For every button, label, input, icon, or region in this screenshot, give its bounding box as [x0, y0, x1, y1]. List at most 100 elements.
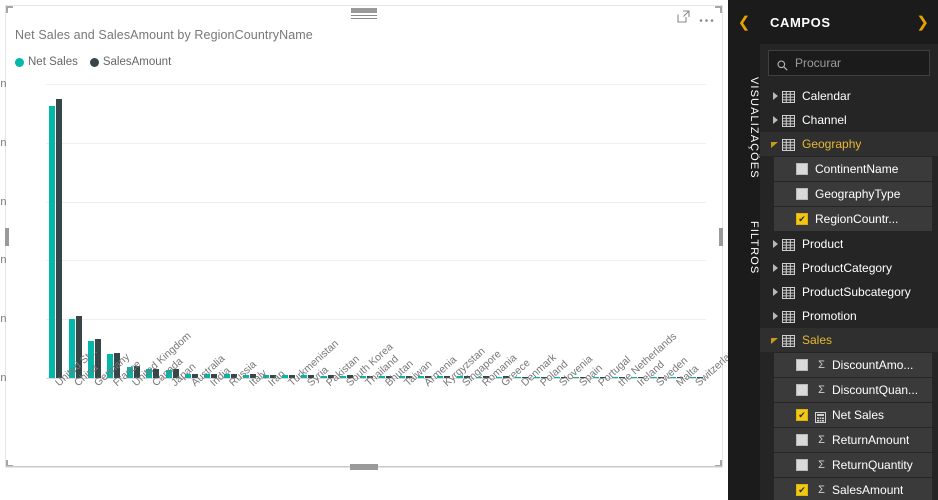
bar-group[interactable]	[279, 84, 298, 378]
field-checkbox[interactable]	[796, 163, 808, 175]
chevron-right-icon[interactable]	[768, 312, 782, 320]
sigma-aggregate-icon: Σ	[815, 434, 828, 446]
bar-group[interactable]	[531, 84, 550, 378]
bar-group[interactable]	[512, 84, 531, 378]
plot-area[interactable]: $0bn$1bn$2bn$3bn$4bn$5bn	[46, 84, 706, 378]
bar-group[interactable]	[648, 84, 667, 378]
legend-color-dot	[15, 58, 24, 67]
report-canvas[interactable]: Net Sales and SalesAmount by RegionCount…	[0, 0, 728, 500]
bar-group[interactable]	[337, 84, 356, 378]
chevron-right-icon[interactable]	[768, 92, 782, 100]
field-checkbox[interactable]	[796, 434, 808, 446]
field-item[interactable]: ΣReturnQuantity	[774, 453, 932, 477]
rail-tab-visualizations[interactable]: VISUALIZAÇÕES	[728, 58, 760, 198]
visual-header-icons	[677, 10, 714, 27]
bar-group[interactable]	[104, 84, 123, 378]
bar-group[interactable]	[46, 84, 65, 378]
fields-table-promotion[interactable]: Promotion	[760, 304, 938, 328]
bar-group[interactable]	[686, 84, 705, 378]
bar-group[interactable]	[221, 84, 240, 378]
fields-table-sales[interactable]: Sales	[760, 328, 938, 352]
bar-group[interactable]	[376, 84, 395, 378]
table-icon	[782, 90, 795, 102]
legend-item[interactable]: Net Sales	[15, 56, 78, 68]
bar-group[interactable]	[628, 84, 647, 378]
field-item[interactable]: ΣSalesAmount	[774, 478, 932, 500]
fields-table-productcategory[interactable]: ProductCategory	[760, 256, 938, 280]
chart-legend[interactable]: Net Sales SalesAmount	[15, 56, 171, 68]
bar-net-sales[interactable]	[49, 106, 55, 378]
bar-group[interactable]	[240, 84, 259, 378]
fields-tree[interactable]: Calendar Channel GeographyContinentName Geo…	[760, 84, 938, 500]
field-checkbox[interactable]	[796, 459, 808, 471]
bar-group[interactable]	[473, 84, 492, 378]
fields-table-label: Channel	[802, 113, 847, 127]
field-item[interactable]: ΣDiscountAmo...	[774, 353, 932, 377]
bar-group[interactable]	[298, 84, 317, 378]
field-checkbox[interactable]	[796, 213, 808, 225]
more-options-icon[interactable]	[699, 11, 714, 27]
resize-grip-left[interactable]	[5, 228, 9, 246]
bar-group[interactable]	[124, 84, 143, 378]
chevron-right-icon[interactable]	[768, 240, 782, 248]
bar-group[interactable]	[85, 84, 104, 378]
fields-search-box[interactable]: Procurar	[768, 50, 930, 76]
resize-grip-bottom[interactable]	[350, 464, 378, 470]
fields-table-productsubcategory[interactable]: ProductSubcategory	[760, 280, 938, 304]
chevron-right-icon[interactable]	[768, 288, 782, 296]
field-item[interactable]: Net Sales	[774, 403, 932, 427]
field-checkbox[interactable]	[796, 188, 808, 200]
bar-group[interactable]	[492, 84, 511, 378]
field-checkbox[interactable]	[796, 484, 808, 496]
bar-group[interactable]	[143, 84, 162, 378]
fields-table-channel[interactable]: Channel	[760, 108, 938, 132]
clustered-column-chart-visual[interactable]: Net Sales and SalesAmount by RegionCount…	[5, 5, 723, 468]
field-item[interactable]: ΣReturnAmount	[774, 428, 932, 452]
fields-table-label: Product	[802, 237, 843, 251]
legend-item[interactable]: SalesAmount	[90, 56, 171, 68]
table-icon	[782, 310, 795, 322]
field-item[interactable]: GeographyType	[774, 182, 932, 206]
rail-tab-filters[interactable]: FILTROS	[728, 208, 760, 288]
bar-group[interactable]	[609, 84, 628, 378]
measure-calculator-icon	[815, 410, 828, 421]
field-item[interactable]: RegionCountr...	[774, 207, 932, 231]
bar-group[interactable]	[318, 84, 337, 378]
field-label: GeographyType	[815, 187, 900, 201]
drag-handle-icon[interactable]	[351, 8, 377, 18]
fields-table-label: Calendar	[802, 89, 851, 103]
bar-group[interactable]	[357, 84, 376, 378]
chevron-right-icon[interactable]	[768, 264, 782, 272]
field-checkbox[interactable]	[796, 384, 808, 396]
resize-grip-right[interactable]	[719, 228, 723, 246]
chevron-right-icon[interactable]	[768, 116, 782, 124]
fields-table-calendar[interactable]: Calendar	[760, 84, 938, 108]
bar-series-container[interactable]	[46, 84, 706, 378]
bar-sales-amount[interactable]	[56, 99, 62, 378]
bar-group[interactable]	[454, 84, 473, 378]
bar-group[interactable]	[415, 84, 434, 378]
bar-group[interactable]	[201, 84, 220, 378]
field-checkbox[interactable]	[796, 409, 808, 421]
fields-table-label: Promotion	[802, 309, 857, 323]
bar-group[interactable]	[259, 84, 278, 378]
field-item[interactable]: ContinentName	[774, 157, 932, 181]
bar-group[interactable]	[65, 84, 84, 378]
search-input[interactable]: Procurar	[795, 56, 841, 70]
selection-corner-top-right	[715, 6, 722, 13]
bar-group[interactable]	[434, 84, 453, 378]
field-checkbox[interactable]	[796, 359, 808, 371]
chevron-left-icon[interactable]: ❮	[728, 10, 760, 34]
bar-group[interactable]	[395, 84, 414, 378]
bar-group[interactable]	[570, 84, 589, 378]
chevron-right-icon[interactable]: ❯	[916, 13, 929, 31]
chevron-down-icon[interactable]	[768, 336, 782, 344]
fields-table-product[interactable]: Product	[760, 232, 938, 256]
focus-mode-icon[interactable]	[677, 10, 690, 27]
bar-group[interactable]	[162, 84, 181, 378]
field-item[interactable]: ΣDiscountQuan...	[774, 378, 932, 402]
bar-group[interactable]	[589, 84, 608, 378]
fields-table-geography[interactable]: Geography	[760, 132, 938, 156]
chevron-down-icon[interactable]	[768, 140, 782, 148]
bar-group[interactable]	[551, 84, 570, 378]
